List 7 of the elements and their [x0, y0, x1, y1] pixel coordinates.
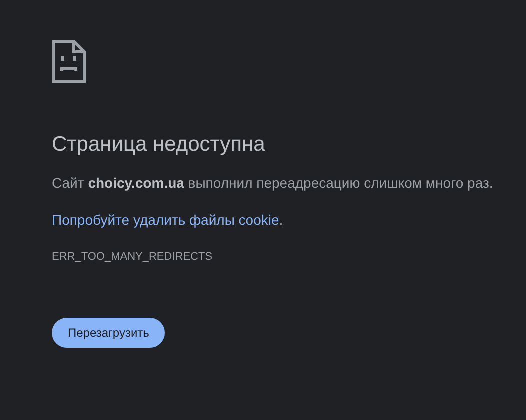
error-message: Сайт choicy.com.ua выполнил переадресацию слишком много раз.: [52, 174, 494, 193]
sad-page-icon: [52, 40, 86, 83]
suggestion-text: Попробуйте удалить файлы cookie.: [52, 211, 284, 230]
error-code: ERR_TOO_MANY_REDIRECTS: [52, 250, 213, 265]
reload-button[interactable]: Перезагрузить: [52, 318, 166, 348]
page-heading: Страница недоступна: [52, 132, 266, 158]
cookie-link[interactable]: Попробуйте удалить файлы cookie: [52, 212, 280, 228]
